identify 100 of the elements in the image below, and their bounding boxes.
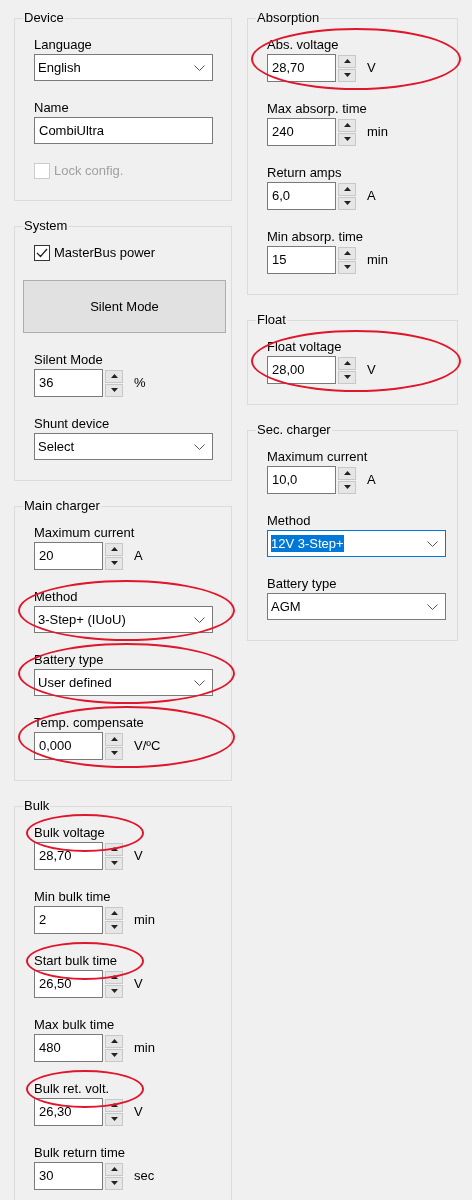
up-arrow-icon: [110, 547, 118, 551]
unit-label: V: [367, 361, 376, 380]
number-field[interactable]: 480: [34, 1034, 103, 1062]
down-arrow-icon: [110, 989, 118, 993]
spin-up-button[interactable]: [105, 1098, 123, 1112]
field-label: Max bulk time: [34, 1016, 116, 1034]
number-field[interactable]: 28,00: [267, 356, 336, 384]
number-field[interactable]: 15: [267, 246, 336, 274]
up-arrow-icon: [110, 911, 118, 915]
down-arrow-icon: [343, 265, 351, 269]
spin-down-button[interactable]: [105, 1048, 123, 1062]
text-field[interactable]: CombiUltra: [34, 117, 213, 144]
field-label: Name: [34, 99, 70, 117]
spin-up-button[interactable]: [338, 182, 356, 196]
number-field[interactable]: 28,70: [267, 54, 336, 82]
number-field[interactable]: 36: [34, 369, 103, 397]
spin-down-button[interactable]: [338, 260, 356, 274]
field-label: Min absorp. time: [267, 228, 365, 246]
field-label: Shunt device: [34, 415, 111, 433]
up-arrow-icon: [343, 187, 351, 191]
down-arrow-icon: [110, 388, 118, 392]
down-arrow-icon: [110, 751, 118, 755]
number-field[interactable]: 240: [267, 118, 336, 146]
spin-up-button[interactable]: [338, 246, 356, 260]
dropdown[interactable]: User defined: [34, 669, 213, 696]
spin-up-button[interactable]: [105, 1034, 123, 1048]
number-field[interactable]: 10,0: [267, 466, 336, 494]
field-label: Abs. voltage: [267, 36, 340, 54]
down-arrow-icon: [110, 1053, 118, 1057]
spin-up-button[interactable]: [338, 466, 356, 480]
number-field[interactable]: 28,70: [34, 842, 103, 870]
field-label: Battery type: [267, 575, 338, 593]
down-arrow-icon: [343, 73, 351, 77]
spin-down-button[interactable]: [105, 383, 123, 397]
silent-mode-button[interactable]: Silent Mode: [23, 280, 226, 333]
spin-up-button[interactable]: [105, 1162, 123, 1176]
spin-up-button[interactable]: [105, 842, 123, 856]
number-field[interactable]: 26,50: [34, 970, 103, 998]
dropdown[interactable]: AGM: [267, 593, 446, 620]
spin-down-button[interactable]: [105, 746, 123, 760]
up-arrow-icon: [343, 123, 351, 127]
spin-down-button[interactable]: [338, 370, 356, 384]
spin-down-button[interactable]: [105, 856, 123, 870]
number-field[interactable]: 2: [34, 906, 103, 934]
down-arrow-icon: [343, 137, 351, 141]
chevron-down-icon: [194, 679, 205, 686]
dropdown[interactable]: 12V 3-Step+: [267, 530, 446, 557]
dropdown[interactable]: English: [34, 54, 213, 81]
spin-down-button[interactable]: [105, 1176, 123, 1190]
spin-down-button[interactable]: [338, 132, 356, 146]
spin-up-button[interactable]: [338, 118, 356, 132]
chevron-down-icon: [427, 603, 438, 610]
spin-down-button[interactable]: [105, 556, 123, 570]
unit-label: V: [367, 59, 376, 78]
spin-down-button[interactable]: [338, 68, 356, 82]
number-field[interactable]: 30: [34, 1162, 103, 1190]
spin-down-button[interactable]: [338, 196, 356, 210]
unit-label: min: [367, 251, 388, 270]
unit-label: V: [134, 847, 143, 866]
number-field[interactable]: 20: [34, 542, 103, 570]
number-field[interactable]: 0,000: [34, 732, 103, 760]
unit-label: %: [134, 374, 146, 393]
spin-up-button[interactable]: [105, 542, 123, 556]
down-arrow-icon: [343, 375, 351, 379]
chevron-down-icon: [427, 540, 438, 547]
spin-down-button[interactable]: [105, 920, 123, 934]
spin-up-button[interactable]: [338, 356, 356, 370]
unit-label: A: [367, 471, 376, 490]
chevron-down-icon: [194, 443, 205, 450]
up-arrow-icon: [343, 361, 351, 365]
field-label: Maximum current: [34, 524, 136, 542]
field-label: Float voltage: [267, 338, 343, 356]
dropdown[interactable]: Select: [34, 433, 213, 460]
spin-down-button[interactable]: [105, 1112, 123, 1126]
down-arrow-icon: [110, 925, 118, 929]
field-label: Max absorp. time: [267, 100, 368, 118]
number-field[interactable]: 26,30: [34, 1098, 103, 1126]
field-label: Method: [267, 512, 312, 530]
field-label: Start bulk time: [34, 952, 119, 970]
up-arrow-icon: [110, 1039, 118, 1043]
unit-label: A: [367, 187, 376, 206]
field-label: Min bulk time: [34, 888, 112, 906]
unit-label: V: [134, 975, 143, 994]
spin-up-button[interactable]: [105, 369, 123, 383]
spin-down-button[interactable]: [105, 984, 123, 998]
unit-label: V/ºC: [134, 737, 161, 756]
dropdown[interactable]: 3-Step+ (IUoU): [34, 606, 213, 633]
spin-up-button[interactable]: [105, 970, 123, 984]
down-arrow-icon: [343, 201, 351, 205]
field-label: Temp. compensate: [34, 714, 145, 732]
unit-label: A: [134, 547, 143, 566]
spin-down-button[interactable]: [338, 480, 356, 494]
number-field[interactable]: 6,0: [267, 182, 336, 210]
down-arrow-icon: [110, 1181, 118, 1185]
spin-up-button[interactable]: [338, 54, 356, 68]
checkbox[interactable]: MasterBus power: [34, 244, 223, 262]
unit-label: sec: [134, 1167, 155, 1186]
spin-up-button[interactable]: [105, 906, 123, 920]
field-label: Bulk voltage: [34, 824, 106, 842]
spin-up-button[interactable]: [105, 732, 123, 746]
